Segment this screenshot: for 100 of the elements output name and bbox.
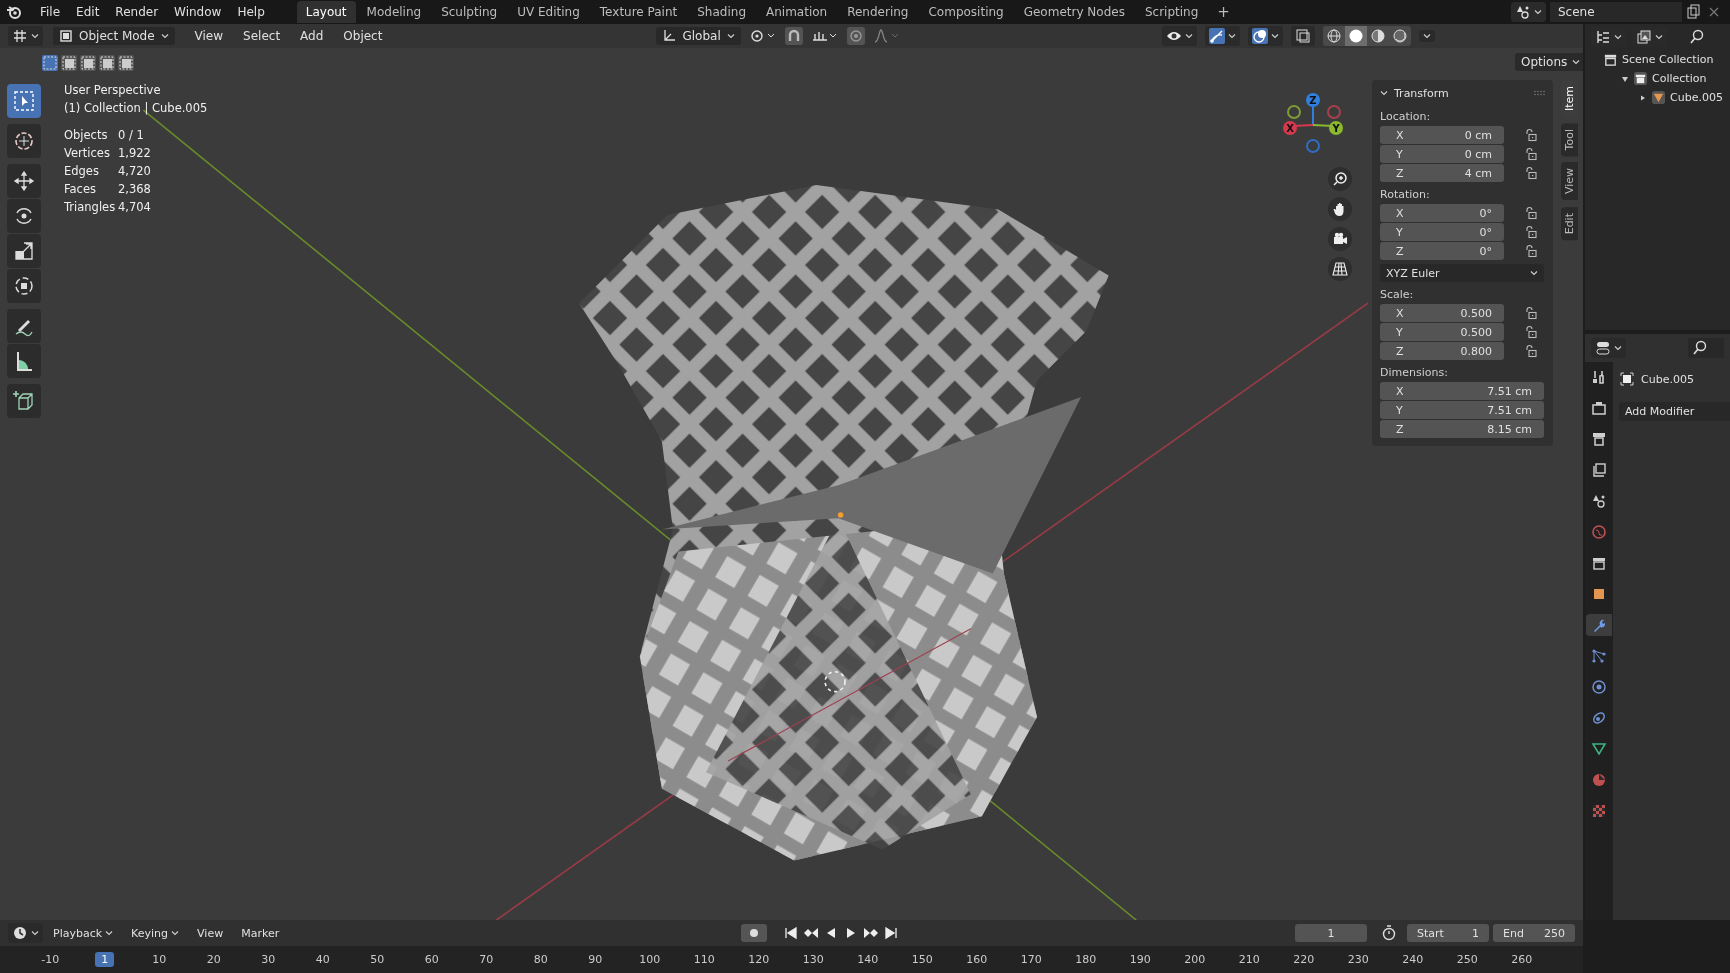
current-frame-marker[interactable]: 1 <box>95 952 115 967</box>
workspace-tab[interactable]: Geometry Nodes <box>1014 1 1134 23</box>
copy-icon[interactable] <box>1686 4 1702 20</box>
end-frame-field[interactable]: End 250 <box>1493 924 1575 942</box>
menu-item[interactable]: View <box>186 27 232 45</box>
unlocked-padlock-icon[interactable] <box>1524 225 1538 239</box>
app-logo-icon[interactable] <box>6 4 22 20</box>
menu-item[interactable]: Window <box>166 3 230 21</box>
z-axis-handle[interactable]: Z <box>1306 93 1320 107</box>
number-field[interactable]: Z 8.15 cm <box>1380 420 1544 438</box>
workspace-tab[interactable]: Compositing <box>919 1 1013 23</box>
jump-start-icon[interactable] <box>783 925 800 941</box>
select-mode-icon[interactable] <box>61 55 77 71</box>
tool-button[interactable] <box>7 269 41 303</box>
pan-button[interactable] <box>1328 197 1352 221</box>
select-mode-icon[interactable] <box>80 55 96 71</box>
shading-dropdown[interactable] <box>1419 30 1435 42</box>
number-field[interactable]: X 0.500 <box>1380 304 1504 322</box>
jump-end-icon[interactable] <box>883 925 900 941</box>
magnet-icon[interactable] <box>784 27 803 45</box>
editor-type-button[interactable] <box>8 923 43 943</box>
drag-handle-icon[interactable] <box>1533 90 1545 96</box>
tool-button[interactable] <box>7 234 41 268</box>
tool-button[interactable] <box>7 309 41 343</box>
outliner-item[interactable]: Collection <box>1652 72 1707 85</box>
previous-keyframe-icon[interactable] <box>803 925 820 941</box>
unlocked-padlock-icon[interactable] <box>1524 325 1538 339</box>
menu-item[interactable]: File <box>32 3 69 21</box>
workspace-tab[interactable]: Layout <box>296 1 356 23</box>
pivot-icon[interactable] <box>748 28 777 44</box>
select-mode-icon[interactable] <box>118 55 134 71</box>
sidebar-tab[interactable]: Edit <box>1561 206 1578 240</box>
unlocked-padlock-icon[interactable] <box>1524 128 1538 142</box>
tool-button[interactable] <box>7 344 41 378</box>
number-field[interactable]: Z 0° <box>1380 242 1504 260</box>
toggle-button[interactable] <box>1205 26 1240 46</box>
outliner-item[interactable]: Scene Collection <box>1622 53 1714 66</box>
number-field[interactable]: X 0 cm <box>1380 126 1504 144</box>
mode-dropdown[interactable]: Object Mode <box>53 27 175 45</box>
orientation-dropdown[interactable]: Global <box>656 27 741 45</box>
number-field[interactable]: Y 7.51 cm <box>1380 401 1544 419</box>
menu-dropdown[interactable]: Keying <box>123 924 188 942</box>
record-button[interactable] <box>741 924 768 942</box>
current-frame-field[interactable]: 1 <box>1295 924 1367 942</box>
workspace-tab[interactable]: Modeling <box>357 1 431 23</box>
tool-button[interactable] <box>7 124 41 158</box>
scene-type-button[interactable] <box>1511 2 1546 22</box>
negative-y-handle[interactable] <box>1287 105 1301 119</box>
number-field[interactable]: Y 0 cm <box>1380 145 1504 163</box>
number-field[interactable]: Z 4 cm <box>1380 164 1504 182</box>
unlocked-padlock-icon[interactable] <box>1524 344 1538 358</box>
workspace-tab[interactable]: Animation <box>757 1 837 23</box>
menu-dropdown[interactable]: Playback <box>45 924 122 942</box>
expanded-triangle-icon[interactable] <box>1621 74 1629 83</box>
unlocked-padlock-icon[interactable] <box>1524 147 1538 161</box>
number-field[interactable]: Y 0° <box>1380 223 1504 241</box>
next-keyframe-icon[interactable] <box>863 925 880 941</box>
add-modifier-dropdown[interactable]: Add Modifier <box>1619 402 1730 421</box>
proportional-edit-icon[interactable] <box>846 27 865 45</box>
falloff-curve-icon[interactable] <box>872 28 901 44</box>
stopwatch-icon[interactable] <box>1381 925 1397 941</box>
rotation-mode-dropdown[interactable]: XYZ Euler <box>1380 264 1544 282</box>
menu-item[interactable]: Select <box>235 27 289 45</box>
menu-item[interactable]: Marker <box>233 924 288 942</box>
unlocked-padlock-icon[interactable] <box>1524 206 1538 220</box>
workspace-tab[interactable]: Rendering <box>838 1 918 23</box>
negative-x-handle[interactable] <box>1327 105 1341 119</box>
negative-z-handle[interactable] <box>1306 139 1320 153</box>
search-field[interactable] <box>1688 338 1724 358</box>
tool-button[interactable] <box>7 164 41 198</box>
unlocked-padlock-icon[interactable] <box>1524 306 1538 320</box>
unlocked-padlock-icon[interactable] <box>1524 244 1538 258</box>
number-field[interactable]: Z 0.800 <box>1380 342 1504 360</box>
x-axis-handle[interactable]: X <box>1283 121 1297 135</box>
outliner-item[interactable]: Cube.005 <box>1670 91 1723 104</box>
sidebar-tab[interactable]: View <box>1561 162 1578 201</box>
tool-button[interactable] <box>7 384 41 418</box>
scene-field[interactable]: Scene <box>1550 2 1682 22</box>
menu-item[interactable]: Help <box>229 3 273 21</box>
unlocked-padlock-icon[interactable] <box>1524 166 1538 180</box>
options-dropdown[interactable]: Options <box>1515 53 1583 71</box>
menu-item[interactable]: View <box>189 924 232 942</box>
select-mode-icon[interactable] <box>99 55 115 71</box>
sidebar-tab[interactable]: Tool <box>1561 123 1578 157</box>
collapse-chevron-icon[interactable] <box>1380 89 1388 97</box>
workspace-tab[interactable]: Texture Paint <box>590 1 687 23</box>
toggle-button[interactable] <box>1162 26 1197 46</box>
search-icon[interactable] <box>1689 29 1705 45</box>
perspective-toggle-button[interactable] <box>1328 257 1352 281</box>
workspace-tab[interactable]: Sculpting <box>432 1 507 23</box>
menu-item[interactable]: Edit <box>68 3 108 21</box>
collapsed-triangle-icon[interactable] <box>1639 93 1647 102</box>
y-axis-handle[interactable]: Y <box>1329 121 1343 135</box>
add-workspace-button[interactable]: + <box>1209 3 1238 21</box>
number-field[interactable]: Y 0.500 <box>1380 323 1504 341</box>
panel-title[interactable]: Transform <box>1394 86 1449 100</box>
shading-button[interactable] <box>1345 26 1367 46</box>
workspace-tab[interactable]: Scripting <box>1135 1 1208 23</box>
number-field[interactable]: X 0° <box>1380 204 1504 222</box>
toggle-button[interactable] <box>1248 26 1283 46</box>
